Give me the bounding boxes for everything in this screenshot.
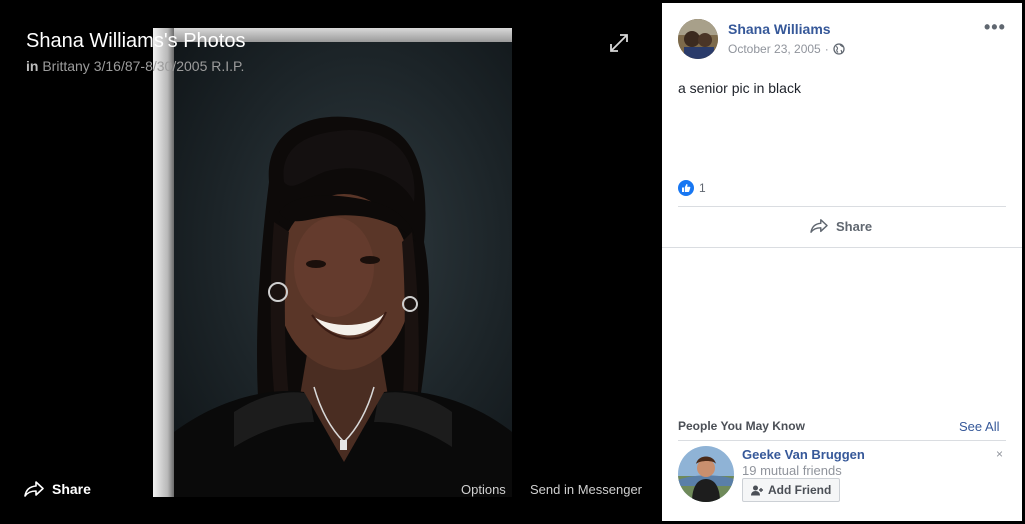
divider (678, 440, 1006, 441)
post-date: October 23, 2005 · (728, 42, 845, 56)
post-caption: a senior pic in black (678, 80, 801, 96)
post-share-button[interactable]: Share (810, 218, 872, 234)
album-link[interactable]: Brittany 3/16/87-8/30/2005 R.I.P. (42, 58, 244, 74)
viewer-share-label: Share (52, 481, 91, 497)
album-prefix: in (26, 58, 39, 74)
suggested-friend-photo[interactable] (678, 446, 734, 502)
add-friend-icon (751, 485, 763, 495)
reactions-summary[interactable]: 1 (678, 180, 706, 196)
portrait-illustration (174, 116, 512, 497)
thumbs-up-icon (682, 184, 691, 192)
suggested-friend-name[interactable]: Geeke Van Bruggen (742, 447, 865, 462)
post-share-label: Share (836, 218, 873, 234)
expand-icon[interactable] (608, 32, 630, 54)
send-in-messenger-link[interactable]: Send in Messenger (530, 482, 642, 497)
dismiss-suggestion-icon[interactable]: × (996, 447, 1003, 461)
like-count: 1 (699, 181, 706, 195)
post-date-text[interactable]: October 23, 2005 (728, 42, 821, 56)
post-panel: Shana Williams October 23, 2005 · ••• a … (662, 3, 1022, 521)
people-you-may-know-title: People You May Know (678, 419, 805, 433)
add-friend-label: Add Friend (768, 483, 832, 497)
photo[interactable] (153, 28, 512, 497)
more-options-button[interactable]: ••• (984, 17, 1006, 38)
mutual-friends-count[interactable]: 19 mutual friends (742, 463, 842, 478)
author-name-link[interactable]: Shana Williams (728, 21, 831, 37)
photo-viewer: Shana Williams's Photos in Brittany 3/16… (0, 0, 662, 524)
globe-icon[interactable] (833, 43, 845, 55)
date-separator: · (824, 42, 829, 56)
album-line: in Brittany 3/16/87-8/30/2005 R.I.P. (26, 58, 244, 74)
expand-arrows-icon (610, 34, 628, 52)
share-icon (810, 219, 828, 233)
author-avatar[interactable] (678, 19, 718, 59)
divider (678, 206, 1006, 207)
like-icon (678, 180, 694, 196)
photo-scan-edge-left (153, 28, 174, 497)
options-link[interactable]: Options (461, 482, 506, 497)
viewer-title[interactable]: Shana Williams's Photos (26, 30, 245, 53)
viewer-share-button[interactable]: Share (24, 480, 91, 498)
see-all-link[interactable]: See All (959, 419, 999, 434)
add-friend-button[interactable]: Add Friend (742, 478, 841, 502)
avatar-image (678, 19, 718, 59)
suggested-friend-image (678, 446, 734, 502)
share-icon (24, 481, 44, 497)
divider (662, 247, 1022, 248)
